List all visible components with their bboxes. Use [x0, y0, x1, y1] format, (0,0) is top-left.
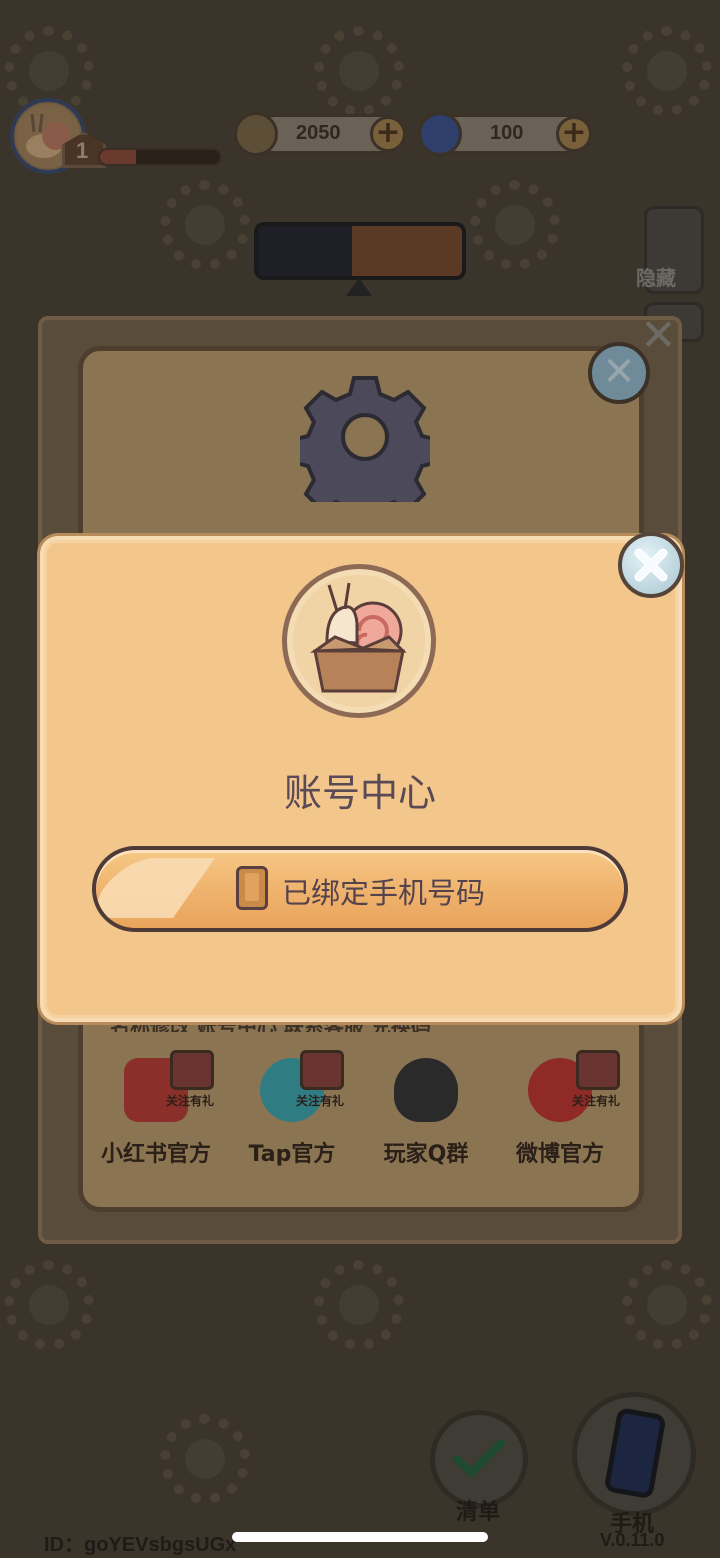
- social-label: 微博官方: [515, 1142, 604, 1167]
- xp-bar: [98, 148, 222, 166]
- social-label: Tap官方: [248, 1142, 336, 1167]
- player-id: ID：goYEVsbgsUGx: [44, 1534, 237, 1556]
- bg-pattern: [4, 1260, 94, 1350]
- settings-gear-icon: [300, 376, 430, 502]
- profile-close-icon[interactable]: ✕: [640, 314, 677, 358]
- bg-pattern: [470, 180, 560, 270]
- bind-phone-label: 已绑定手机号码: [282, 876, 486, 910]
- snail-in-box-icon: [293, 575, 425, 707]
- phone-icon: [605, 1408, 666, 1498]
- gift-icon: [300, 1050, 344, 1090]
- game-screen: 1 2050 + 100 + 隐藏 ✕ ✕ 名称修改 账号中心 联系客服 兑换码…: [0, 0, 720, 1558]
- bg-pattern: [160, 1414, 250, 1504]
- social-xiaohongshu[interactable]: 关注有礼 小红书官方: [90, 1050, 222, 1170]
- gem-value: 100: [490, 122, 524, 144]
- social-tap[interactable]: 关注有礼 Tap官方: [226, 1050, 358, 1170]
- gem-add-button[interactable]: +: [556, 116, 592, 152]
- bg-pattern: [160, 180, 250, 270]
- social-label: 小红书官方: [100, 1142, 211, 1167]
- checklist-icon: [453, 1439, 505, 1479]
- time-pointer-icon: [346, 278, 372, 296]
- version-label: V.0.11.0: [600, 1530, 665, 1550]
- social-qq-group[interactable]: 玩家Q群: [360, 1050, 492, 1170]
- xp-bar-fill: [100, 150, 136, 164]
- bg-pattern: [622, 26, 712, 116]
- leaf-coin-value: 2050: [296, 122, 341, 144]
- qq-penguin-icon: [394, 1058, 458, 1122]
- social-label: 玩家Q群: [383, 1142, 469, 1167]
- dialog-title: 账号中心: [283, 771, 436, 815]
- checklist-label: 清单: [456, 1500, 501, 1525]
- close-icon: [634, 548, 668, 582]
- home-indicator[interactable]: [232, 1532, 488, 1542]
- bg-pattern: [314, 26, 404, 116]
- leaf-coin-icon: [234, 112, 278, 156]
- social-weibo[interactable]: 关注有礼 微博官方: [494, 1050, 626, 1170]
- account-avatar: [282, 564, 436, 718]
- day-night-indicator: [254, 222, 466, 280]
- gift-icon: [576, 1050, 620, 1090]
- phone-button[interactable]: [572, 1392, 696, 1516]
- gem-icon: [418, 112, 462, 156]
- bg-pattern: [622, 1260, 712, 1350]
- settings-close-button[interactable]: ✕: [588, 342, 650, 404]
- level-number: 1: [76, 138, 89, 163]
- bg-pattern: [314, 1260, 404, 1350]
- day-segment: [352, 226, 462, 276]
- close-button[interactable]: [618, 532, 684, 598]
- gift-tag: 关注有礼: [166, 1094, 215, 1108]
- gift-tag: 关注有礼: [572, 1094, 621, 1108]
- hide-ui-label: 隐藏: [636, 266, 676, 290]
- gift-tag: 关注有礼: [296, 1094, 345, 1108]
- social-links: 关注有礼 小红书官方 关注有礼 Tap官方 玩家Q群 关注有礼 微博官方: [86, 1050, 634, 1170]
- leaf-coin-add-button[interactable]: +: [370, 116, 406, 152]
- gift-icon: [170, 1050, 214, 1090]
- phone-icon: [236, 866, 268, 910]
